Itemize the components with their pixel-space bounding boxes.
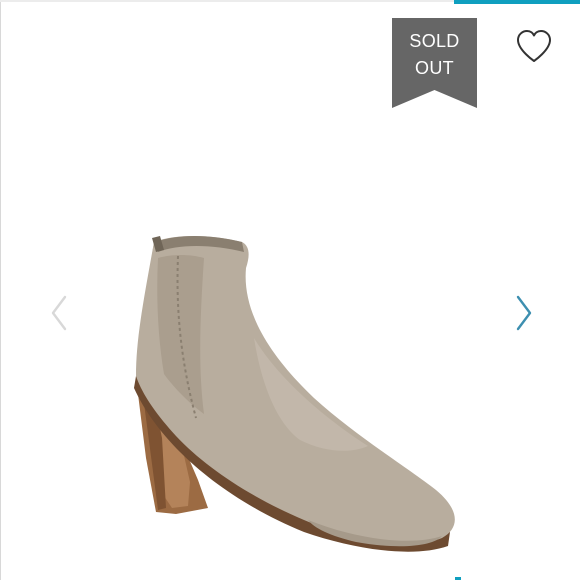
- chevron-left-icon[interactable]: [47, 293, 71, 333]
- left-border: [0, 0, 1, 580]
- product-photo-ankle-boot: [134, 236, 455, 552]
- sold-out-badge: SOLD OUT: [392, 18, 477, 108]
- chevron-right-icon[interactable]: [512, 293, 536, 333]
- sold-out-badge-line1: SOLD: [409, 31, 460, 51]
- top-accent-bar: [454, 0, 580, 4]
- sold-out-badge-line2: OUT: [415, 58, 454, 78]
- product-image-viewer: SOLD OUT: [0, 0, 580, 580]
- heart-icon[interactable]: [515, 28, 553, 66]
